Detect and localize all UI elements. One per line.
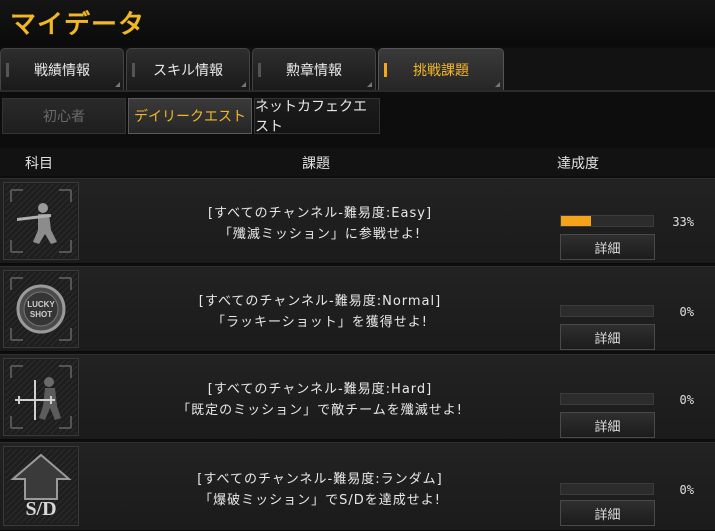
main-tabs: 戦績情報 スキル情報 勲章情報 挑戦課題 [0,48,715,92]
progress-percent: 0% [679,305,694,319]
quest-objective: 「爆破ミッション」でS/Dを達成せよ! [199,493,441,508]
tab-label: 挑戦課題 [413,62,469,79]
tab-challenge[interactable]: 挑戦課題 [378,48,504,90]
tab-label: 勲章情報 [286,62,342,79]
quest-text: [すべてのチャンネル-難易度:Hard] 「既定のミッション」で敵チームを殲滅せ… [90,379,550,421]
tab-medal-info[interactable]: 勲章情報 [252,48,376,90]
medal-text-lucky: LUCKY [27,300,55,309]
tab-label: 戦績情報 [34,62,90,79]
table-header: 科目 課題 達成度 [0,148,715,176]
subtab-netcafe-quest[interactable]: ネットカフェクエスト [254,98,380,135]
column-task: 課題 [302,156,330,172]
lucky-shot-medal-icon: LUCKY SHOT [3,270,79,348]
column-subject: 科目 [25,156,53,172]
quest-row: LUCKY SHOT [すべてのチャンネル-難易度:Normal] 「ラッキーシ… [0,266,715,352]
column-progress: 達成度 [557,156,599,172]
progress-percent: 33% [672,215,694,229]
tab-label: スキル情報 [153,62,223,79]
quest-row: [すべてのチャンネル-難易度:Hard] 「既定のミッション」で敵チームを殲滅せ… [0,354,715,440]
detail-button[interactable]: 詳細 [560,234,655,260]
quest-objective: 「殲滅ミッション」に参戦せよ! [218,227,422,242]
detail-button[interactable]: 詳細 [560,412,655,438]
subtab-label: 初心者 [43,109,85,125]
progress-bar [560,393,654,405]
progress-percent: 0% [679,393,694,407]
sd-bomb-icon: S/D [3,446,79,526]
quest-condition: [すべてのチャンネル-難易度:Easy] [207,206,433,221]
detail-button[interactable]: 詳細 [560,500,655,526]
quest-row: [すべてのチャンネル-難易度:Easy] 「殲滅ミッション」に参戦せよ! 33%… [0,178,715,264]
quest-text: [すべてのチャンネル-難易度:ランダム] 「爆破ミッション」でS/Dを達成せよ! [90,469,550,511]
medal-text-shot: SHOT [30,310,52,319]
progress-bar [560,483,654,495]
quest-condition: [すべてのチャンネル-難易度:ランダム] [197,472,443,487]
subtab-beginner[interactable]: 初心者 [2,98,126,134]
soldier-icon [3,182,79,260]
quest-row: S/D [すべてのチャンネル-難易度:ランダム] 「爆破ミッション」でS/Dを達… [0,442,715,531]
quest-condition: [すべてのチャンネル-難易度:Hard] [207,382,433,397]
quest-text: [すべてのチャンネル-難易度:Easy] 「殲滅ミッション」に参戦せよ! [90,203,550,245]
crosshair-soldier-icon [3,358,79,436]
quest-objective: 「ラッキーショット」を獲得せよ! [212,315,428,330]
detail-button[interactable]: 詳細 [560,324,655,350]
progress-bar [560,215,654,227]
progress-fill [561,216,592,226]
title-bar: マイデータ [0,0,715,46]
progress-bar [560,305,654,317]
progress-percent: 0% [679,483,694,497]
subtab-label: ネットカフェクエスト [255,99,367,135]
window-title: マイデータ [10,10,146,40]
tab-battle-record[interactable]: 戦績情報 [0,48,124,90]
subtab-label: デイリークエスト [134,109,246,125]
quest-condition: [すべてのチャンネル-難易度:Normal] [198,294,442,309]
subtab-daily-quest[interactable]: デイリークエスト [128,98,252,134]
quest-objective: 「既定のミッション」で敵チームを殲滅せよ! [177,403,463,418]
quest-text: [すべてのチャンネル-難易度:Normal] 「ラッキーショット」を獲得せよ! [90,291,550,333]
sd-text: S/D [25,498,56,520]
quest-category-tabs: 初心者 デイリークエスト ネットカフェクエスト [0,96,715,138]
tab-skill-info[interactable]: スキル情報 [126,48,250,90]
